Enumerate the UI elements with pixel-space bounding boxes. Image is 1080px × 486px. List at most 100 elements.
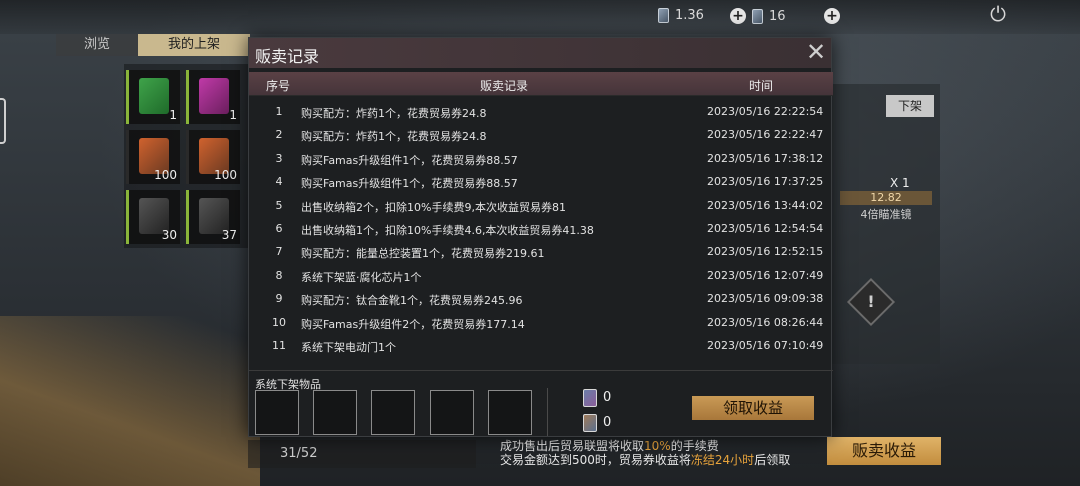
row-desc: 系统下架电动门1个 xyxy=(301,340,396,354)
dialog-header: 贩卖记录 ✕ xyxy=(249,38,831,68)
returned-item-slot[interactable] xyxy=(255,390,299,435)
row-time: 2023/05/16 08:26:44 xyxy=(707,315,824,329)
row-time: 2023/05/16 17:37:25 xyxy=(707,175,824,189)
recipe-book-icon xyxy=(199,78,229,114)
column-time: 时间 xyxy=(749,79,774,93)
unlist-button[interactable]: 下架 xyxy=(886,95,934,117)
table-row: 1 购买配方：炸药1个，花费贸易券24.8 2023/05/16 22:22:54 xyxy=(249,100,833,123)
plus-icon[interactable]: + xyxy=(824,8,840,24)
add-currency-icon[interactable]: + xyxy=(730,8,746,24)
row-time: 2023/05/16 07:10:49 xyxy=(707,338,824,352)
table-row: 8 系统下架蓝·腐化芯片1个 2023/05/16 12:07:49 xyxy=(249,264,833,287)
row-time: 2023/05/16 17:38:12 xyxy=(707,151,824,165)
tab-browse[interactable]: 浏览 xyxy=(56,34,139,56)
row-no: 3 xyxy=(275,151,283,165)
row-no: 1 xyxy=(275,105,283,118)
currency-1-value: 1.36 xyxy=(675,8,704,23)
side-handle[interactable] xyxy=(0,98,6,144)
close-icon[interactable]: ✕ xyxy=(803,39,829,65)
row-desc: 购买Famas升级组件1个，花费贸易券88.57 xyxy=(301,177,518,191)
freeze-duration: 冻结24小时 xyxy=(690,453,755,467)
fee-rate: 10% xyxy=(644,439,671,453)
sales-record-dialog: 贩卖记录 ✕ 序号 贩卖记录 时间 1 购买配方：炸药1个，花费贸易券24.8 20… xyxy=(248,37,833,437)
row-desc: 购买Famas升级组件2个，花费贸易券177.14 xyxy=(301,317,525,331)
item-count: 1 xyxy=(229,108,237,122)
freeze-text: 交易金额达到500时，贸易券收益将 xyxy=(500,453,691,467)
background-decoration xyxy=(0,316,260,486)
claim-income-button[interactable]: 领取收益 xyxy=(692,396,814,420)
ticket-icon xyxy=(658,8,669,23)
tab-my-listings[interactable]: 我的上架 xyxy=(138,34,251,56)
row-time: 2023/05/16 12:54:54 xyxy=(707,221,824,235)
inventory-item[interactable]: 37 xyxy=(186,190,240,244)
returned-item-slot[interactable] xyxy=(488,390,532,435)
returned-item-slot[interactable] xyxy=(430,390,474,435)
sale-income-button[interactable]: 贩卖收益 xyxy=(827,437,941,465)
item-count: 1 xyxy=(169,108,177,122)
row-desc: 购买Famas升级组件1个，花费贸易券88.57 xyxy=(301,153,518,167)
fee-text: 成功售出后贸易联盟将收取 xyxy=(500,439,645,453)
card-ticket-icon xyxy=(583,414,597,432)
divider xyxy=(547,388,548,436)
row-time: 2023/05/16 22:22:54 xyxy=(707,105,824,118)
column-record: 贩卖记录 xyxy=(480,79,529,93)
row-no: 10 xyxy=(272,315,286,329)
trade-ticket-icon xyxy=(583,389,597,407)
currency-2-value: 16 xyxy=(769,8,786,24)
row-no: 8 xyxy=(275,268,283,282)
table-row: 10 购买Famas升级组件2个，花费贸易券177.14 2023/05/16 08… xyxy=(249,311,833,334)
row-no: 4 xyxy=(275,175,283,189)
ticket-2-amount: 0 xyxy=(603,415,612,430)
table-row: 4 购买Famas升级组件1个，花费贸易券88.57 2023/05/16 17:3… xyxy=(249,170,833,193)
row-time: 2023/05/16 22:22:47 xyxy=(707,128,824,142)
item-count: 100 xyxy=(154,168,177,182)
currency-2: + 16 xyxy=(730,8,786,24)
inventory-item[interactable]: 1 xyxy=(186,70,240,124)
item-name: 4倍瞄准镜 xyxy=(860,208,912,221)
row-time: 2023/05/16 13:44:02 xyxy=(707,198,824,212)
row-time: 2023/05/16 12:07:49 xyxy=(707,268,824,282)
table-row: 2 购买配方：炸药1个，花费贸易券24.8 2023/05/16 22:22:47 xyxy=(249,123,833,146)
table-row: 11 系统下架电动门1个 2023/05/16 07:10:49 xyxy=(249,334,833,357)
top-bar xyxy=(0,0,1080,34)
table-row: 3 购买Famas升级组件1个，花费贸易券88.57 2023/05/16 17:3… xyxy=(249,147,833,170)
row-no: 6 xyxy=(275,221,283,235)
returned-item-slot[interactable] xyxy=(371,390,415,435)
item-quantity: X 1 xyxy=(890,176,910,190)
listing-panel xyxy=(832,84,940,364)
item-count: 30 xyxy=(161,228,177,242)
returned-item-slot[interactable] xyxy=(313,390,357,435)
row-no: 2 xyxy=(275,128,283,142)
row-desc: 购买配方：炸药1个，花费贸易券24.8 xyxy=(301,130,487,144)
inventory-item[interactable]: 100 xyxy=(126,130,180,184)
inventory-item[interactable]: 100 xyxy=(186,130,240,184)
table-row: 5 出售收纳箱2个，扣除10%手续费9,本次收益贸易券81 2023/05/16 1… xyxy=(249,194,833,217)
inventory-item[interactable]: 1 xyxy=(126,70,180,124)
recipe-book-icon xyxy=(139,78,169,114)
row-time: 2023/05/16 12:52:15 xyxy=(707,245,824,259)
dialog-title: 贩卖记录 xyxy=(255,47,320,66)
power-icon[interactable]: ⏻ xyxy=(986,2,1010,26)
row-desc: 购买配方：能量总控装置1个，花费贸易券219.61 xyxy=(301,247,545,261)
ticket-1-amount: 0 xyxy=(603,390,612,405)
slot-count: 31/52 xyxy=(248,440,476,468)
fee-notice: 成功售出后贸易联盟将收取10%的手续费 交易金额达到500时，贸易券收益将冻结2… xyxy=(500,439,790,467)
inventory-grid: 1 1 100 100 30 37 xyxy=(124,64,248,248)
row-no: 9 xyxy=(275,292,283,306)
inventory-item[interactable]: 30 xyxy=(126,190,180,244)
divider xyxy=(249,370,833,371)
item-count: 37 xyxy=(221,228,237,242)
record-list[interactable]: 1 购买配方：炸药1个，花费贸易券24.8 2023/05/16 22:22:54 … xyxy=(249,100,833,368)
table-row: 6 出售收纳箱1个，扣除10%手续费4.6,本次收益贸易券41.38 2023/05… xyxy=(249,217,833,240)
row-no: 5 xyxy=(275,198,283,212)
row-desc: 出售收纳箱1个，扣除10%手续费4.6,本次收益贸易券41.38 xyxy=(301,223,594,237)
row-desc: 购买配方：炸药1个，花费贸易券24.8 xyxy=(301,107,487,120)
table-header: 序号 贩卖记录 时间 xyxy=(249,72,833,96)
freeze-text: 后领取 xyxy=(754,453,791,467)
currency-1: 1.36 xyxy=(658,8,704,23)
row-desc: 出售收纳箱2个，扣除10%手续费9,本次收益贸易券81 xyxy=(301,200,566,214)
row-time: 2023/05/16 09:09:38 xyxy=(707,292,824,306)
table-row: 9 购买配方：钛合金靴1个，花费贸易券245.96 2023/05/16 09:09… xyxy=(249,287,833,310)
item-count: 100 xyxy=(214,168,237,182)
add-currency-2[interactable]: + xyxy=(824,8,840,24)
